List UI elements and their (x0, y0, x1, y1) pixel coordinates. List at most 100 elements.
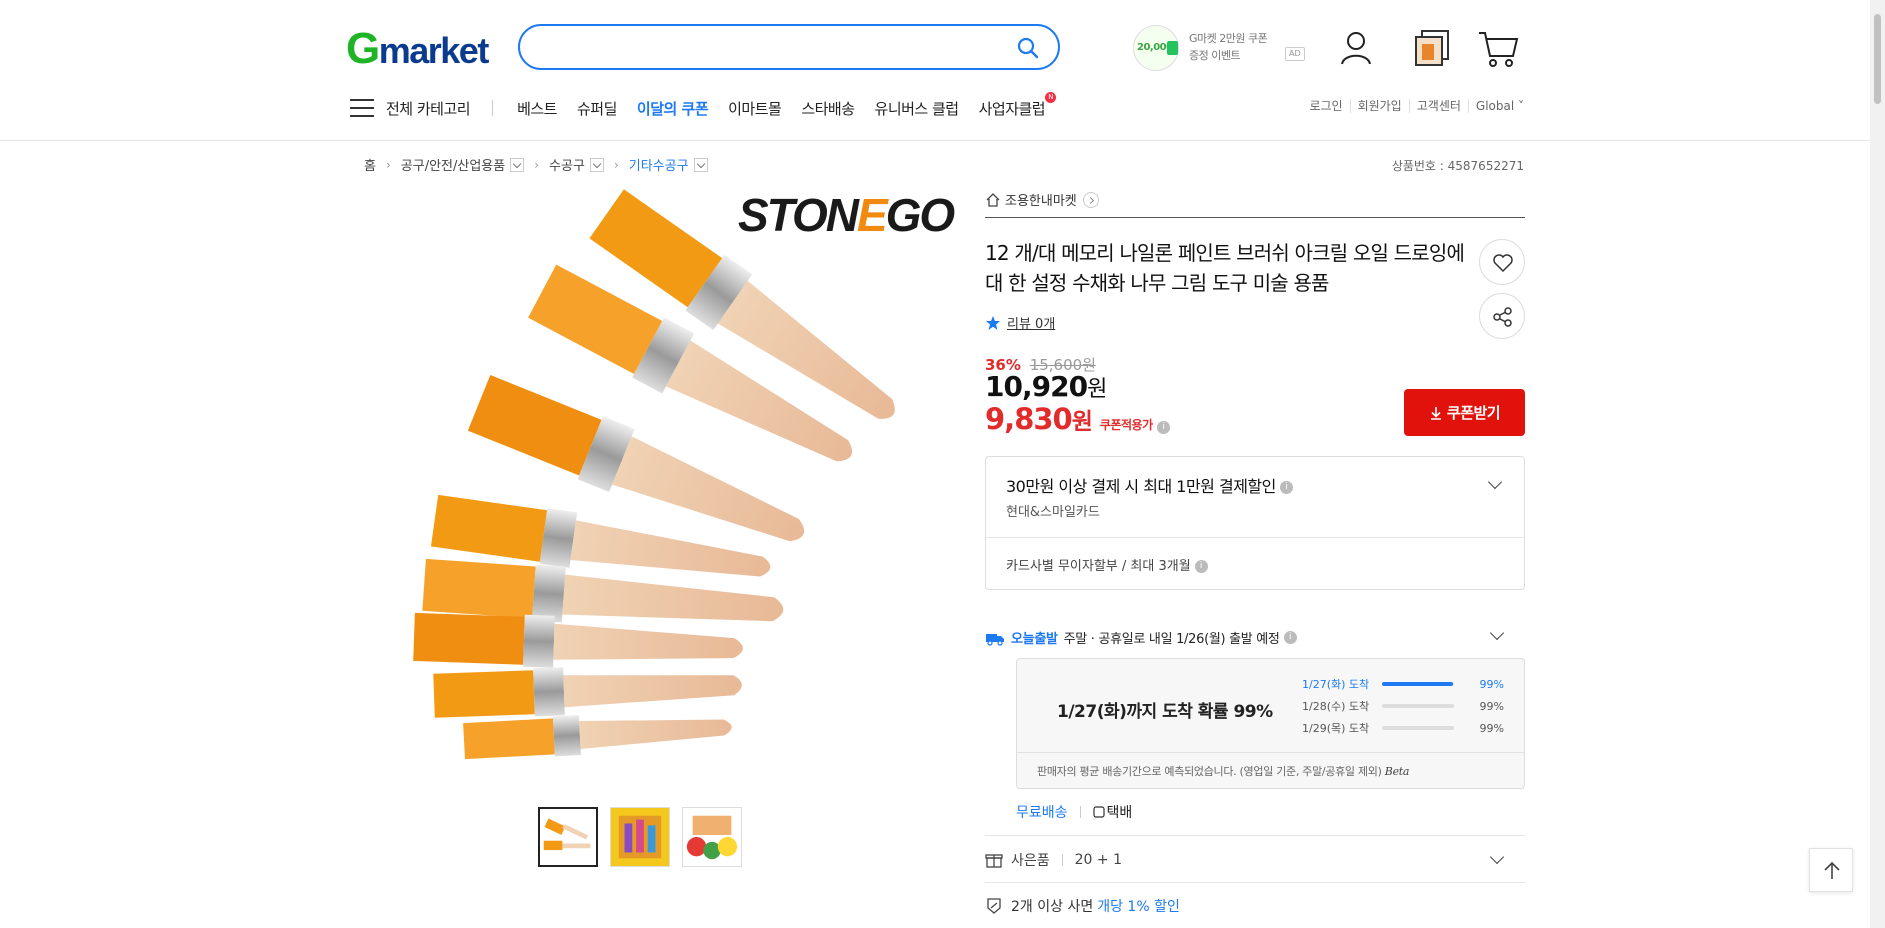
chevron-down-icon[interactable] (1489, 625, 1505, 641)
installment-row: 카드사별 무이자할부 / 최대 3개월 i (1006, 555, 1208, 574)
signup-link[interactable]: 회원가입 (1351, 99, 1410, 113)
thumbnail-2[interactable] (610, 807, 670, 867)
thumbnail-1[interactable] (538, 807, 598, 867)
arrival-estimate-box: 1/27(화)까지 도착 확률 99% 1/27(화) 도착 99% 1/28(수… (1016, 658, 1525, 789)
scrollbar-thumb[interactable] (1874, 14, 1881, 104)
thumbnail-3[interactable] (682, 807, 742, 867)
sale-price-unit: 원 (1087, 377, 1107, 402)
global-link[interactable]: Global ˅ (1469, 99, 1524, 113)
search-input[interactable] (540, 34, 1000, 60)
chevron-down-icon[interactable] (1487, 474, 1503, 490)
arrival-row-1: 1/28(수) 도착 99% (1302, 695, 1512, 717)
breadcrumb-level1[interactable]: 공구/안전/산업용품 (401, 155, 505, 174)
carrier-label: 택배 (1106, 805, 1133, 821)
chevron-down-icon[interactable] (510, 157, 525, 172)
probability-bar (1382, 704, 1454, 708)
wishlist-button[interactable] (1479, 239, 1525, 285)
recent-view-icon[interactable] (1410, 26, 1454, 70)
new-badge: N (1045, 91, 1057, 103)
nav-universe-club[interactable]: 유니버스 클럽 (875, 98, 960, 119)
nav-business-club-label: 사업자클럽 (978, 99, 1046, 118)
shipping-row: 오늘출발 주말 · 공휴일로 내일 1/26(월) 출발 예정 i (985, 628, 1297, 647)
beta-label: Beta (1384, 765, 1410, 778)
info-icon[interactable]: i (1283, 631, 1297, 644)
coupon-price-unit: 원 (1071, 409, 1093, 435)
review-link[interactable]: 리뷰 0개 (985, 313, 1055, 332)
nav-best[interactable]: 베스트 (517, 98, 557, 119)
chevron-down-icon[interactable] (589, 157, 604, 172)
arrival-headline: 1/27(화)까지 도착 확률 99% (1057, 702, 1273, 722)
nav-superdeal[interactable]: 슈퍼딜 (577, 98, 617, 119)
dispatch-notice: 주말 · 공휴일로 내일 1/26(월) 출발 예정 (1063, 632, 1280, 647)
probability-percent: 99% (1479, 677, 1504, 691)
sale-price: 10,920원 (985, 370, 1107, 403)
share-button[interactable] (1479, 293, 1525, 339)
scroll-top-button[interactable] (1809, 848, 1853, 892)
shop-link[interactable]: 조용한내마켓 (985, 190, 1099, 209)
coupon-price-label: 쿠폰적용가 (1099, 418, 1153, 432)
sale-price-value: 10,920 (985, 370, 1088, 403)
probability-bar (1382, 682, 1454, 686)
arrival-row-0: 1/27(화) 도착 99% (1302, 673, 1512, 695)
gift-label: 사은품 (1011, 853, 1050, 869)
arrival-row-2: 1/29(목) 도착 99% (1302, 717, 1512, 739)
logo-g: G (346, 24, 380, 73)
info-icon[interactable]: i (1279, 481, 1293, 494)
logo-text: market (378, 30, 490, 71)
arrival-date: 1/28(수) 도착 (1302, 700, 1370, 713)
chevron-down-icon[interactable] (1489, 849, 1505, 865)
delivery-method: 무료배송 택배 (1016, 802, 1132, 822)
search-bar (518, 24, 1060, 70)
breadcrumb: 홈 › 공구/안전/산업용품 › 수공구 › 기타수공구 (364, 155, 708, 174)
menu-icon[interactable] (350, 99, 374, 117)
info-icon[interactable]: i (1156, 421, 1170, 434)
card-discount-row[interactable]: 30만원 이상 결제 시 최대 1만원 결제할인 i (1006, 473, 1293, 497)
gmarket-logo[interactable]: Gmarket (346, 24, 490, 74)
nav-emart[interactable]: 이마트몰 (728, 98, 782, 119)
card-discount-title: 30만원 이상 결제 시 최대 1만원 결제할인 (1006, 477, 1276, 496)
info-icon[interactable]: i (1194, 560, 1208, 573)
chevron-right-icon: › (534, 157, 540, 172)
brand-logo: STONEGO (738, 188, 956, 242)
probability-percent: 99% (1479, 699, 1504, 713)
download-icon (1430, 406, 1441, 420)
nav-star-delivery[interactable]: 스타배송 (801, 98, 855, 119)
product-image[interactable] (364, 184, 944, 774)
breadcrumb-level3[interactable]: 기타수공구 (629, 155, 689, 174)
search-icon[interactable] (1016, 36, 1040, 60)
promo-banner[interactable]: 20,000 G마켓 2만원 쿠폰 증정 이벤트 AD (1133, 25, 1305, 71)
arrival-date: 1/27(화) 도착 (1302, 678, 1370, 691)
breadcrumb-level2[interactable]: 수공구 (549, 155, 585, 174)
arrival-note: 판매자의 평균 배송기간으로 예측되었습니다. (영업일 기준, 주말/공휴일 … (1037, 763, 1409, 779)
chevron-down-icon[interactable] (693, 157, 708, 172)
chevron-right-icon (1082, 191, 1099, 208)
gift-row[interactable]: 사은품 20 + 1 (985, 850, 1122, 870)
delivery-truck-icon (986, 633, 1004, 646)
customer-center-link[interactable]: 고객센터 (1410, 99, 1469, 113)
multi-buy-highlight: 개당 1% 할인 (1097, 899, 1180, 915)
probability-bar (1382, 726, 1454, 730)
free-shipping-label: 무료배송 (1016, 805, 1068, 821)
parcel-icon (1092, 806, 1105, 818)
chevron-right-icon: › (385, 157, 391, 172)
review-count: 리뷰 0개 (1007, 317, 1056, 332)
probability-percent: 99% (1479, 721, 1504, 735)
cart-icon[interactable] (1476, 26, 1520, 70)
gift-icon (985, 854, 1003, 868)
installment-text: 카드사별 무이자할부 / 최대 3개월 (1006, 559, 1191, 574)
coupon-download-button[interactable]: 쿠폰받기 (1404, 389, 1525, 436)
user-icon[interactable] (1334, 26, 1378, 70)
utility-links: 로그인 회원가입 고객센터 Global ˅ (1302, 99, 1524, 113)
scrollbar[interactable] (1870, 0, 1885, 928)
main-nav: 전체 카테고리 베스트 슈퍼딜 이달의 쿠폰 이마트몰 스타배송 유니버스 클럽… (350, 91, 1065, 120)
gift-value: 20 + 1 (1074, 852, 1122, 868)
all-categories[interactable]: 전체 카테고리 (386, 98, 471, 119)
breadcrumb-home[interactable]: 홈 (364, 155, 376, 174)
multi-buy-prefix: 2개 이상 사면 (1011, 899, 1094, 915)
ad-badge: AD (1285, 47, 1305, 61)
nav-business-club[interactable]: 사업자클럽 N (978, 91, 1057, 119)
brand-logo-right: GO (885, 189, 956, 241)
nav-monthly-coupon[interactable]: 이달의 쿠폰 (637, 98, 709, 119)
promo-line1: G마켓 2만원 쿠폰 (1189, 32, 1268, 45)
login-link[interactable]: 로그인 (1302, 99, 1351, 113)
